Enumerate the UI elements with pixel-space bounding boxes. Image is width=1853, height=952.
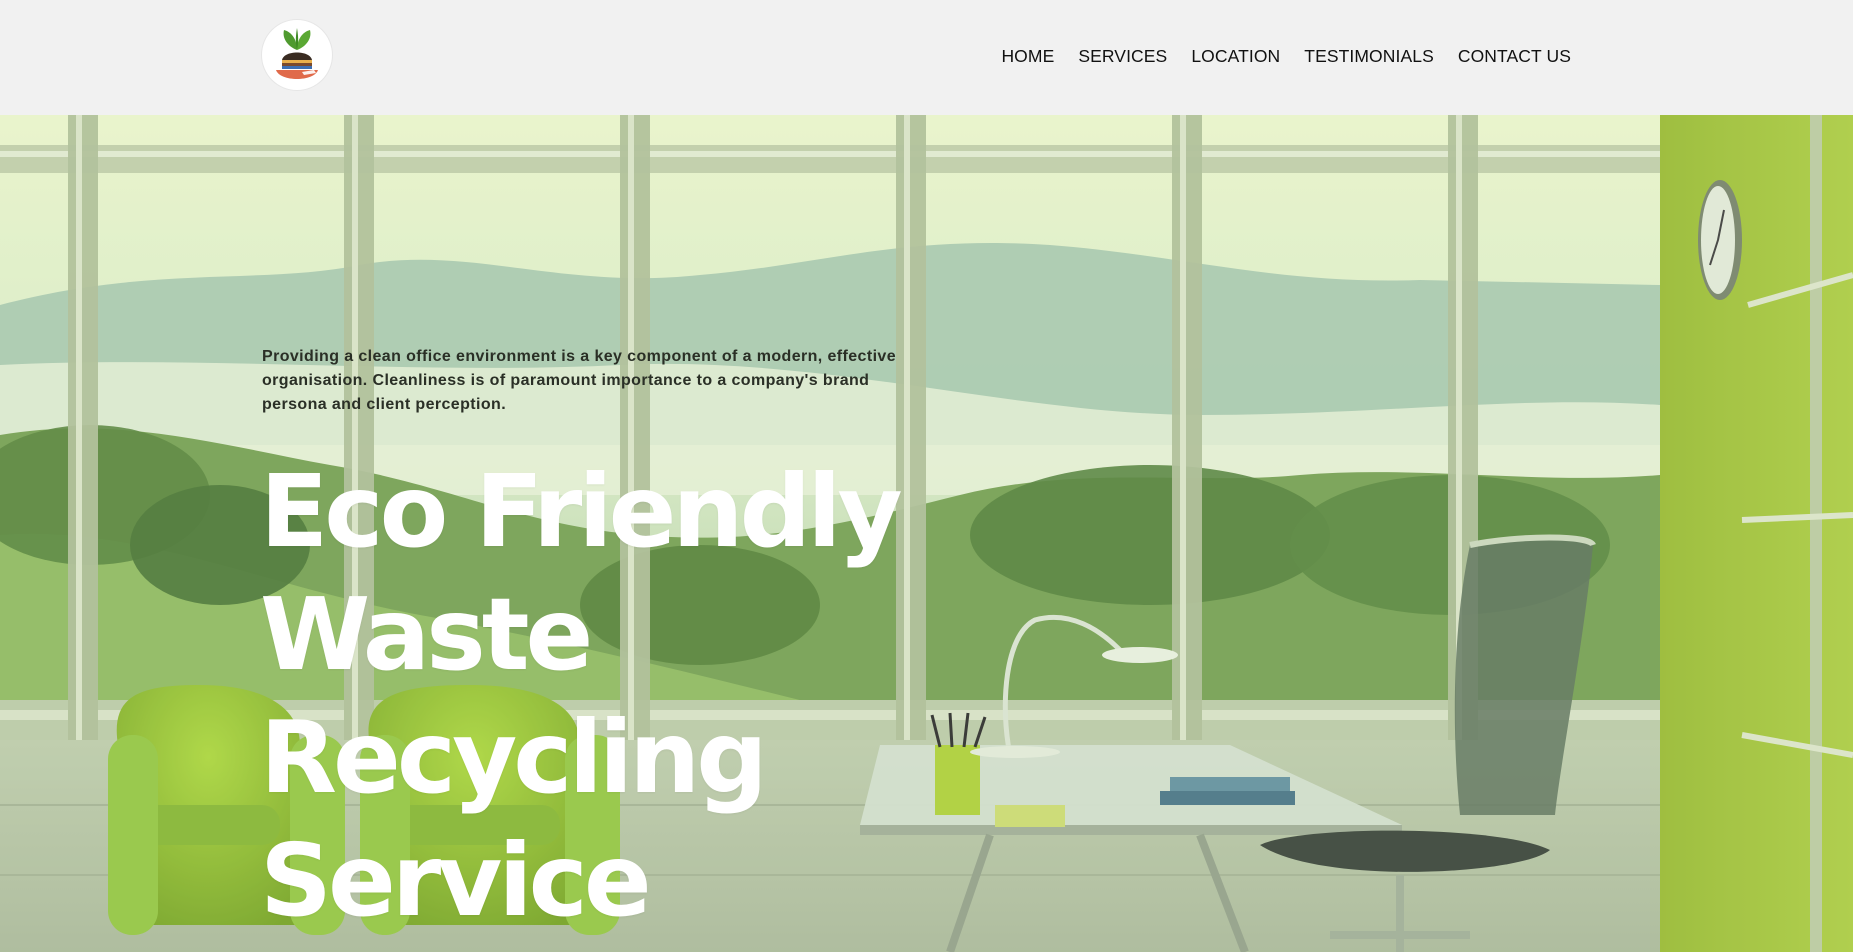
main-nav: HOME SERVICES LOCATION TESTIMONIALS CONT… (1001, 0, 1571, 112)
hero-section: Providing a clean office environment is … (0, 115, 1853, 952)
headline-line: Service (260, 822, 652, 939)
nav-location[interactable]: LOCATION (1191, 46, 1280, 67)
hero-headline: Eco Friendly Waste Recycling Service (260, 450, 960, 942)
plant-soil-logo-icon (276, 28, 318, 79)
site-header: HOME SERVICES LOCATION TESTIMONIALS CONT… (0, 0, 1853, 115)
headline-line: Waste (260, 576, 593, 693)
nav-home[interactable]: HOME (1001, 46, 1054, 67)
nav-testimonials[interactable]: TESTIMONIALS (1304, 46, 1434, 67)
nav-contact-us[interactable]: CONTACT US (1458, 46, 1571, 67)
headline-line: Recycling (260, 699, 768, 816)
hero-intro-text: Providing a clean office environment is … (262, 348, 897, 413)
headline-line: Eco Friendly (260, 453, 903, 570)
logo[interactable] (262, 20, 332, 90)
nav-services[interactable]: SERVICES (1078, 46, 1167, 67)
